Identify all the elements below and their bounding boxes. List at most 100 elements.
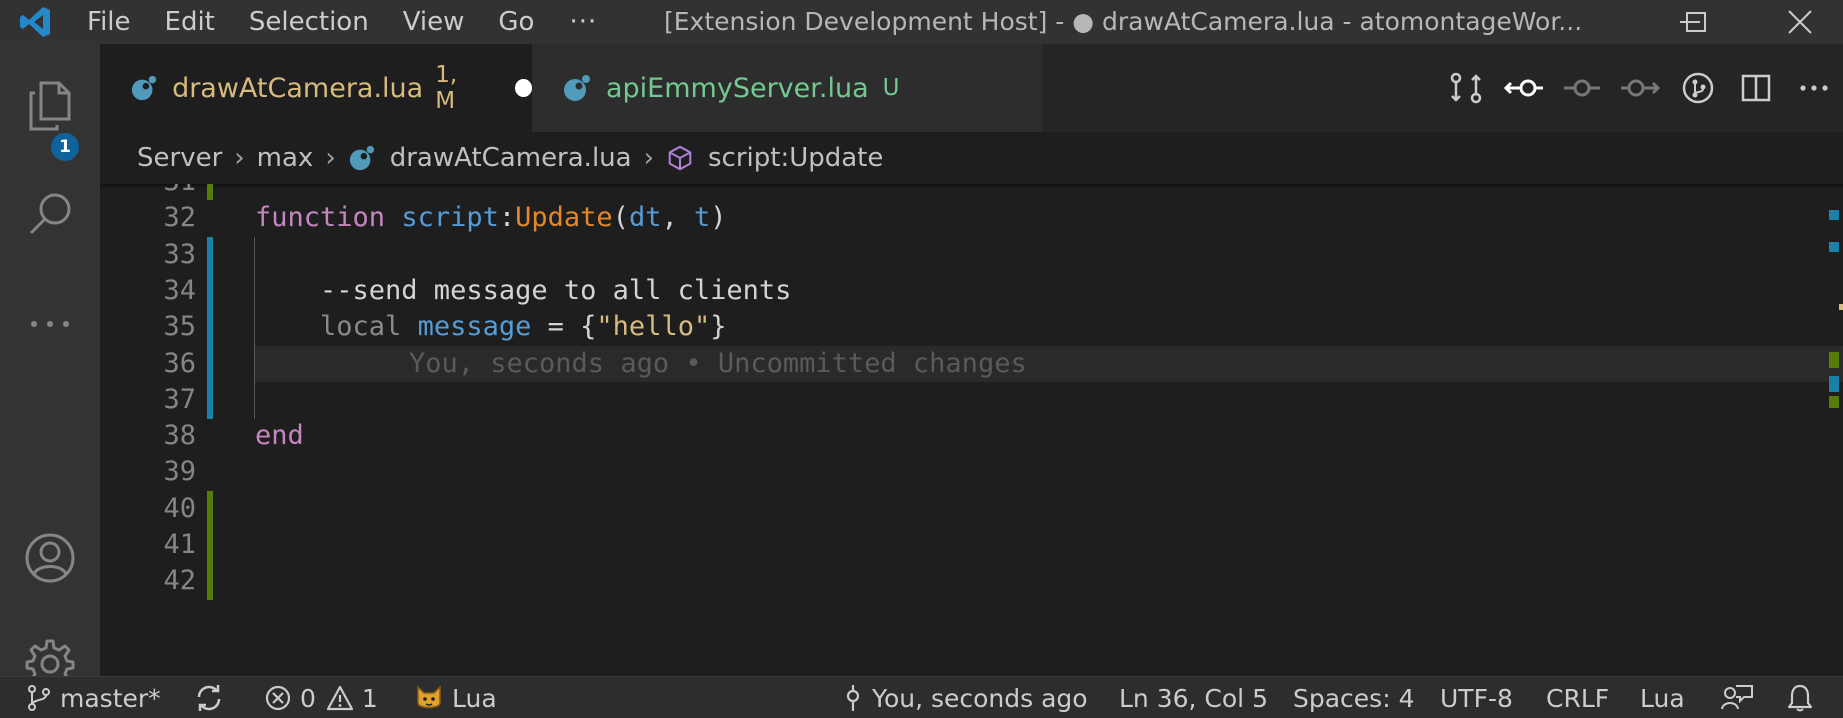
code-line-32: function script:Update(dt, t) <box>255 200 727 236</box>
vscode-logo-icon <box>0 0 70 44</box>
chevron-right-icon: › <box>234 143 245 173</box>
overview-ruler <box>1821 184 1843 676</box>
activity-bar: 1 <box>0 44 100 689</box>
ruler-mark <box>1829 352 1839 368</box>
breadcrumb-folder-max[interactable]: max <box>257 143 314 173</box>
gitlens-icon[interactable] <box>1669 44 1727 132</box>
breadcrumb-folder-server[interactable]: Server <box>137 143 222 173</box>
branch-status[interactable]: master* <box>26 677 161 718</box>
line-number: 34 <box>163 275 196 306</box>
code-editor[interactable]: function script:Update(dt, t) --send mes… <box>100 184 1843 676</box>
menu-go[interactable]: Go <box>481 0 551 44</box>
chevron-right-icon: › <box>325 143 336 173</box>
variable-message: message <box>417 311 532 342</box>
close-icon[interactable] <box>1774 0 1826 44</box>
ruler-mark <box>1829 396 1839 408</box>
notifications-bell-icon[interactable] <box>1786 677 1822 718</box>
brace-close: } <box>710 311 727 342</box>
line-number: 33 <box>163 239 196 270</box>
colon: : <box>498 202 516 233</box>
lua-file-icon <box>131 75 157 101</box>
warning-icon <box>326 685 354 711</box>
previous-commit-icon[interactable] <box>1495 44 1553 132</box>
editor-actions <box>1437 44 1843 132</box>
git-blame-annotation: You, seconds ago • Uncommitted changes <box>409 348 1027 379</box>
cat-icon <box>417 685 441 709</box>
indentation-status[interactable]: Spaces: 4 <box>1293 677 1414 718</box>
title-bar: File Edit Selection View Go ··· [Extensi… <box>0 0 1843 44</box>
menu-edit[interactable]: Edit <box>148 0 232 44</box>
more-icon[interactable] <box>0 280 100 368</box>
breadcrumb-symbol[interactable]: script:Update <box>708 143 883 173</box>
next-commit-icon[interactable] <box>1611 44 1669 132</box>
object-script: script <box>401 202 499 233</box>
ruler-mark <box>1839 304 1843 310</box>
explorer-icon[interactable]: 1 <box>0 62 100 164</box>
keyword-end: end <box>255 420 304 451</box>
eol-status[interactable]: CRLF <box>1546 677 1609 718</box>
problems-status[interactable]: 0 1 <box>264 677 378 718</box>
line-number: 42 <box>163 565 196 596</box>
lua-file-icon <box>349 145 374 171</box>
lua-file-icon <box>564 75 590 101</box>
unsaved-dot-icon[interactable] <box>515 79 532 97</box>
code-line-34: --send message to all clients <box>255 273 791 309</box>
search-icon[interactable] <box>0 170 100 258</box>
string-literal: "hello" <box>596 311 711 342</box>
gutter-added-marker <box>207 491 213 600</box>
function-name: Update <box>515 202 613 233</box>
line-number: 35 <box>163 311 196 342</box>
breadcrumb: Server › max › drawAtCamera.lua › script… <box>100 132 1843 184</box>
tab-bar: drawAtCamera.lua 1, M apiEmmyServer.lua … <box>100 44 1843 132</box>
paren-open: ( <box>612 202 629 233</box>
tab-status: 1, M <box>435 62 458 114</box>
accounts-icon[interactable] <box>0 514 100 602</box>
line-number: 40 <box>163 493 196 524</box>
gutter-added-marker <box>207 184 213 200</box>
ruler-mark <box>1829 242 1839 252</box>
menu-bar: File Edit Selection View Go ··· <box>70 0 619 44</box>
commit-icon[interactable] <box>1553 44 1611 132</box>
line-number: 36 <box>163 348 196 379</box>
line-number: 32 <box>163 202 196 233</box>
param-dt: dt <box>628 202 662 233</box>
explorer-badge: 1 <box>48 130 82 164</box>
status-bar: master* 0 1 Lua You, seconds ago Ln 36, … <box>0 676 1843 718</box>
code-line-35: local message = {"hello"} <box>255 309 726 345</box>
lua-server-status[interactable]: Lua <box>414 677 497 718</box>
encoding-status[interactable]: UTF-8 <box>1440 677 1513 718</box>
menu-selection[interactable]: Selection <box>232 0 386 44</box>
error-icon <box>265 685 291 711</box>
ruler-mark <box>1829 376 1839 392</box>
split-editor-icon[interactable] <box>1727 44 1785 132</box>
tab-label: apiEmmyServer.lua <box>606 72 869 104</box>
git-commit-icon <box>846 685 860 711</box>
tab-label: drawAtCamera.lua <box>172 72 424 104</box>
tab-apiemmyserver[interactable]: apiEmmyServer.lua U <box>532 44 1042 132</box>
tab-drawatcamera[interactable]: drawAtCamera.lua 1, M <box>100 44 532 132</box>
menu-file[interactable]: File <box>70 0 148 44</box>
maximize-icon[interactable] <box>1670 0 1722 44</box>
keyword-function: function <box>255 202 386 233</box>
sync-icon[interactable] <box>194 677 232 718</box>
assign-operator: = <box>531 311 581 342</box>
chevron-right-icon: › <box>643 143 654 173</box>
git-blame-status[interactable]: You, seconds ago <box>842 677 1088 718</box>
ruler-mark <box>1829 210 1839 220</box>
branch-name: master* <box>60 683 161 713</box>
menu-more-button[interactable]: ··· <box>551 7 619 37</box>
keyword-local: local <box>320 311 402 342</box>
tab-status: U <box>882 75 900 101</box>
paren-close: ) <box>710 202 727 233</box>
line-number: 41 <box>163 529 196 560</box>
line-number: 38 <box>163 420 196 451</box>
window-title: [Extension Development Host] - ● drawAtC… <box>664 7 1583 36</box>
more-actions-icon[interactable] <box>1785 44 1843 132</box>
language-mode[interactable]: Lua <box>1640 677 1685 718</box>
breadcrumb-file[interactable]: drawAtCamera.lua <box>390 143 632 173</box>
git-branch-icon <box>28 685 50 711</box>
open-changes-icon[interactable] <box>1437 44 1495 132</box>
feedback-icon[interactable] <box>1720 677 1762 718</box>
cursor-position[interactable]: Ln 36, Col 5 <box>1119 677 1268 718</box>
menu-view[interactable]: View <box>386 0 482 44</box>
